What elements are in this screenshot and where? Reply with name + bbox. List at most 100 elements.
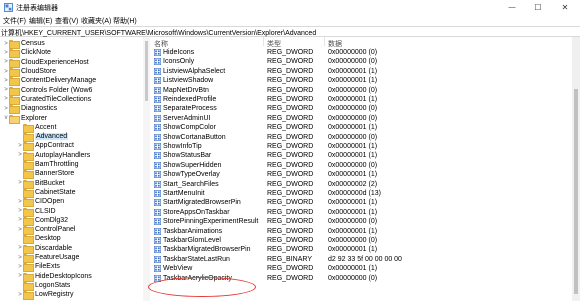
registry-editor-icon	[4, 3, 13, 12]
value-row[interactable]: ShowSuperHidden REG_DWORD 0x00000000 (0)	[151, 161, 580, 170]
value-row[interactable]: HideIcons REG_DWORD 0x00000000 (0)	[151, 48, 580, 57]
value-row[interactable]: ShowInfoTip REG_DWORD 0x00000001 (1)	[151, 142, 580, 151]
dword-value-icon	[154, 274, 161, 282]
menu-edit[interactable]: 编辑(E)	[29, 16, 52, 26]
key-tree[interactable]: > Census > ClickNote > CloudExperienceHost > Cl…	[0, 37, 150, 301]
value-row[interactable]: TaskbarStateLastRun REG_BINARY d2 92 33 5f…	[151, 255, 580, 264]
value-row[interactable]: TaskbarAcrylicOpacity REG_DWORD 0x00000000…	[151, 274, 580, 283]
tree-item-label: ComDlg32	[35, 216, 69, 224]
folder-icon	[23, 170, 34, 180]
value-name: HideIcons	[163, 49, 195, 56]
value-type: REG_DWORD	[267, 143, 314, 150]
maximize-button[interactable]: ☐	[526, 0, 550, 15]
minimize-button[interactable]: —	[500, 0, 524, 15]
tree-scrollbar[interactable]	[143, 37, 150, 301]
tree-item[interactable]: > CloudStore	[3, 67, 56, 78]
tree-item[interactable]: > Controls Folder (Wow6	[3, 86, 92, 96]
tree-item[interactable]: > ContentDeliveryManage	[3, 76, 97, 87]
value-name: WebView	[163, 265, 193, 273]
folder-icon	[9, 58, 20, 68]
tree-item[interactable]: > FileExts	[17, 262, 60, 273]
dword-value-icon	[154, 67, 161, 75]
value-name: SeparateProcess	[163, 105, 217, 113]
value-data: 0x00000000 (0)	[328, 133, 378, 141]
tree-item-label: ContentDeliveryManage	[21, 77, 97, 85]
menu-view[interactable]: 查看(V)	[55, 16, 78, 26]
value-row[interactable]: StorePinningExperimentResult REG_DWORD 0x0…	[151, 217, 580, 226]
tree-item[interactable]: > CIDOpen	[17, 197, 64, 208]
tree-item[interactable]: > Discardable	[17, 244, 72, 254]
minimize-icon: —	[508, 4, 516, 11]
tree-item[interactable]: > CloudExperienceHost	[3, 58, 89, 68]
tree-item[interactable]: LogonStats	[17, 281, 70, 291]
value-row[interactable]: ListviewAlphaSelect REG_DWORD 0x00000001 (…	[151, 67, 580, 76]
menu-help[interactable]: 帮助(H)	[113, 16, 137, 26]
tree-item[interactable]: Advanced	[17, 132, 69, 143]
value-data: 0x00000001 (1)	[328, 246, 378, 254]
dword-value-icon	[154, 58, 161, 66]
tree-item[interactable]: > ComDlg32	[17, 216, 69, 226]
value-row[interactable]: SeparateProcess REG_DWORD 0x00000000 (0)	[151, 104, 580, 113]
value-row[interactable]: ListviewShadow REG_DWORD 0x00000001 (1)	[151, 76, 580, 85]
tree-item[interactable]: > CuratedTileCollections	[3, 95, 91, 105]
tree-item[interactable]: > ControlPanel	[17, 225, 75, 236]
value-type: REG_DWORD	[267, 180, 314, 188]
value-list[interactable]: 名称 类型 数据 HideIcons REG_DWORD 0x00000000 (0…	[151, 37, 580, 301]
tree-item[interactable]: CabinetState	[17, 188, 75, 198]
value-row[interactable]: MapNetDrvBtn REG_DWORD 0x00000000 (0)	[151, 86, 580, 95]
value-row[interactable]: ShowTypeOverlay REG_DWORD 0x00000001 (1)	[151, 170, 580, 179]
value-row[interactable]: Start_SearchFiles REG_DWORD 0x00000002 (2)	[151, 180, 580, 189]
scrollbar-thumb[interactable]	[574, 89, 578, 294]
folder-icon	[23, 198, 34, 208]
value-row[interactable]: StartMenuInit REG_DWORD 0x0000000d (13)	[151, 189, 580, 198]
tree-item[interactable]: > Diagnostics	[3, 104, 57, 115]
value-row[interactable]: TaskbarMigratedBrowserPin REG_DWORD 0x0000…	[151, 245, 580, 254]
value-type: REG_DWORD	[267, 77, 314, 85]
value-row[interactable]: ReindexedProfile REG_DWORD 0x00000001 (1)	[151, 95, 580, 104]
value-row[interactable]: ServerAdminUI REG_DWORD 0x00000000 (0)	[151, 114, 580, 123]
close-button[interactable]: ✕	[553, 0, 577, 15]
dword-value-icon	[154, 86, 161, 94]
tree-item[interactable]: > BitBucket	[17, 179, 65, 189]
menu-file[interactable]: 文件(F)	[3, 16, 26, 26]
value-row[interactable]: TaskbarAnimations REG_DWORD 0x00000001 (1)	[151, 227, 580, 236]
tree-item-label: Desktop	[35, 235, 61, 243]
value-list-scrollbar[interactable]	[572, 37, 580, 301]
column-divider[interactable]	[263, 37, 264, 46]
address-bar[interactable]: 计算机\HKEY_CURRENT_USER\SOFTWARE\Microsoft…	[0, 26, 580, 37]
value-name: Start_SearchFiles	[163, 180, 219, 188]
tree-item[interactable]: BannerStore	[17, 169, 74, 180]
value-row[interactable]: ShowStatusBar REG_DWORD 0x00000001 (1)	[151, 151, 580, 160]
tree-item[interactable]: > LowRegistry	[17, 290, 74, 301]
value-row[interactable]: TaskbarGlomLevel REG_DWORD 0x00000000 (0)	[151, 236, 580, 245]
tree-item[interactable]: > FeatureUsage	[17, 253, 79, 264]
tree-item[interactable]: > AutoplayHandlers	[17, 151, 91, 161]
value-row[interactable]: StartMigratedBrowserPin REG_DWORD 0x000000…	[151, 198, 580, 207]
tree-item[interactable]: BamThrottling	[17, 160, 79, 171]
menu-favorites[interactable]: 收藏夹(A)	[81, 16, 111, 26]
value-row[interactable]: ShowCortanaButton REG_DWORD 0x00000000 (0)	[151, 133, 580, 142]
tree-item[interactable]: > AppContract	[17, 141, 74, 152]
tree-item[interactable]: Desktop	[17, 234, 61, 245]
folder-icon	[23, 226, 34, 236]
tree-item[interactable]: > ClickNote	[3, 48, 51, 59]
value-row[interactable]: IconsOnly REG_DWORD 0x00000000 (0)	[151, 57, 580, 66]
value-row[interactable]: StoreAppsOnTaskbar REG_DWORD 0x00000001 (1…	[151, 208, 580, 217]
tree-item[interactable]: v Explorer	[3, 113, 47, 124]
tree-item-label: AutoplayHandlers	[35, 151, 91, 159]
tree-item[interactable]: > CLSID	[17, 206, 56, 217]
tree-item[interactable]: > HideDesktopIcons	[17, 272, 92, 282]
value-row[interactable]: ShowCompColor REG_DWORD 0x00000001 (1)	[151, 123, 580, 132]
value-type: REG_DWORD	[267, 161, 314, 169]
value-data: 0x00000000 (0)	[328, 161, 378, 169]
column-divider[interactable]	[324, 37, 325, 46]
tree-item[interactable]: Accent	[17, 123, 56, 133]
value-type: REG_DWORD	[267, 199, 314, 207]
tree-item-label: BitBucket	[35, 179, 65, 187]
tree-item[interactable]: > Census	[3, 39, 45, 50]
dword-value-icon	[154, 246, 161, 254]
value-row[interactable]: WebView REG_DWORD 0x00000001 (1)	[151, 264, 580, 273]
value-name: ShowCortanaButton	[163, 133, 226, 141]
value-data: 0x00000000 (0)	[328, 58, 378, 66]
folder-icon	[23, 142, 34, 152]
